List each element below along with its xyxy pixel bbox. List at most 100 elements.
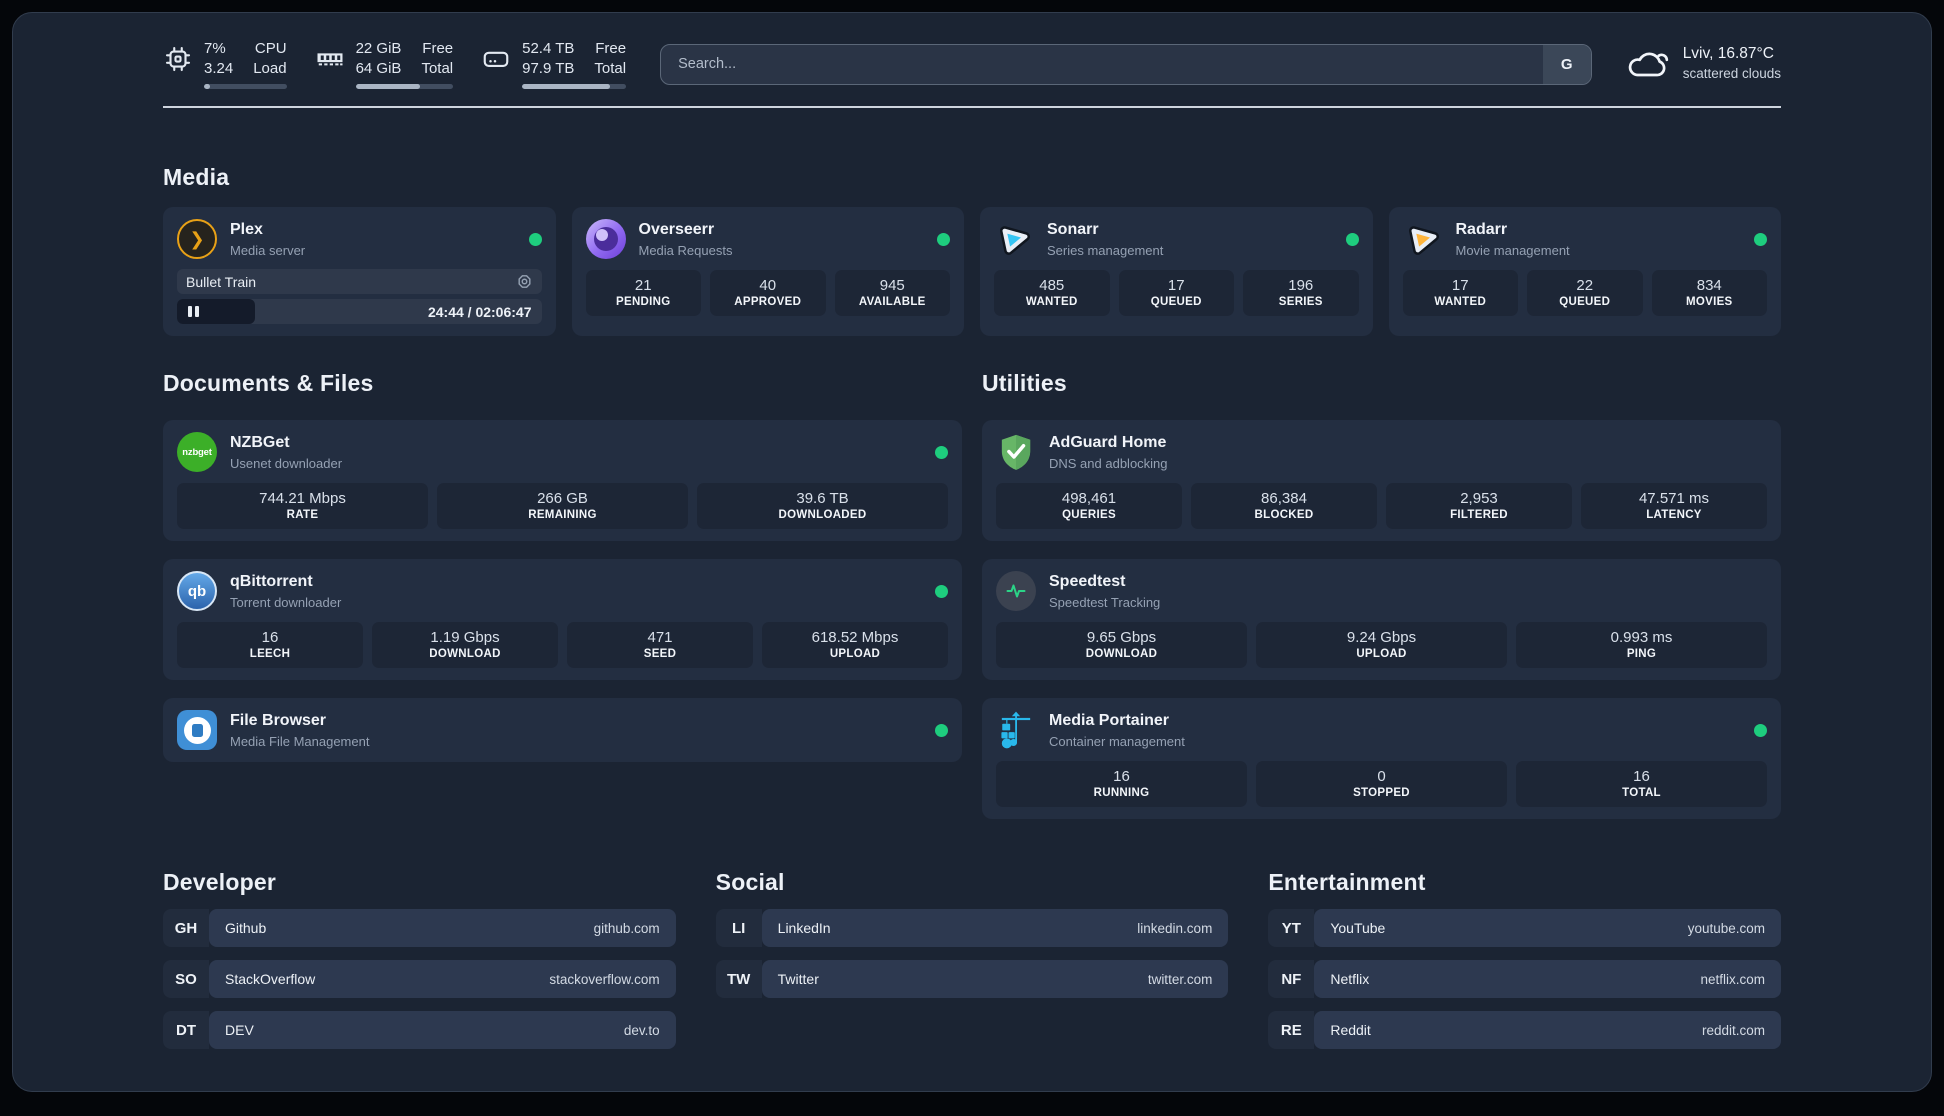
stat-label: SEED [643, 648, 677, 660]
stat-box: 266 GB REMAINING [437, 483, 688, 529]
stat-box: 16 LEECH [177, 622, 363, 668]
section-title-utilities: Utilities [982, 370, 1067, 396]
nzbget-icon-text: nzbget [182, 446, 212, 458]
bookmark-bar: YouTube youtube.com [1314, 909, 1781, 947]
nzbget-icon: nzbget [177, 432, 217, 472]
search-input[interactable] [661, 44, 1543, 84]
search-bar: G [660, 43, 1592, 85]
stat-label: LATENCY [1646, 509, 1702, 521]
bookmark-group-social: Social LI LinkedIn linkedin.com TW Twitte… [715, 869, 1229, 998]
top-bar: 7% CPU 3.24 Load 22 GiB Free 64 GiB Tota… [163, 13, 1781, 89]
stat-label: RATE [286, 509, 319, 521]
stat-value: 86,384 [1261, 490, 1307, 507]
bookmark-name: Twitter [777, 971, 819, 987]
stat-label: UPLOAD [829, 648, 881, 660]
pause-button[interactable] [177, 299, 255, 324]
bookmark-linkedin[interactable]: LI LinkedIn linkedin.com [715, 909, 1229, 947]
now-playing-row: Bullet Train [177, 269, 542, 294]
disk-total-label: Total [594, 59, 627, 77]
bookmark-bar: Reddit reddit.com [1314, 1011, 1781, 1049]
stat-box: 39.6 TB DOWNLOADED [697, 483, 948, 529]
service-name: Speedtest [1049, 573, 1126, 591]
stat-value: 16 [1633, 768, 1650, 785]
stat-value: 17 [1451, 277, 1469, 294]
service-description: Media server [230, 242, 306, 258]
stat-value: 9.24 Gbps [1346, 629, 1417, 646]
stat-label: BLOCKED [1254, 509, 1314, 521]
bookmark-abbr: TW [715, 960, 762, 998]
stat-box: 498,461 QUERIES [996, 483, 1182, 529]
stat-label: DOWNLOADED [778, 509, 867, 521]
stat-box: 471 SEED [567, 622, 753, 668]
disk-icon [483, 51, 509, 67]
bookmark-github[interactable]: GH Github github.com [163, 909, 676, 947]
service-card-speedtest[interactable]: Speedtest Speedtest Tracking 9.65 Gbps DO… [982, 559, 1781, 680]
bookmark-youtube[interactable]: YT YouTube youtube.com [1268, 909, 1781, 947]
stat-label: LEECH [249, 648, 291, 660]
stat-box: 40 APPROVED [710, 270, 826, 316]
plex-chevron: ❯ [189, 228, 205, 249]
bookmark-name: DEV [225, 1022, 254, 1038]
bookmark-url: youtube.com [1687, 920, 1765, 936]
stat-value: 485 [1039, 277, 1065, 294]
stat-box: 834 MOVIES [1651, 270, 1767, 316]
service-card-nzbget[interactable]: nzbget NZBGet Usenet downloader 744.21 M… [163, 420, 962, 541]
section-title-developer: Developer [163, 869, 277, 895]
service-name: Overseerr [638, 221, 715, 239]
stat-box: 0 STOPPED [1256, 761, 1507, 807]
stat-box: 618.52 Mbps UPLOAD [762, 622, 948, 668]
service-card-radarr[interactable]: Radarr Movie management 17 WANTED 22 QUEUE… [1388, 207, 1781, 336]
stat-box: 9.65 Gbps DOWNLOAD [996, 622, 1247, 668]
dashboard-panel: 7% CPU 3.24 Load 22 GiB Free 64 GiB Tota… [12, 12, 1932, 1092]
service-name: AdGuard Home [1049, 434, 1167, 452]
now-playing-title: Bullet Train [186, 273, 257, 290]
cpu-usage-value: 7% [204, 40, 226, 57]
service-card-portainer[interactable]: Media Portainer Container management 16 R… [982, 698, 1781, 819]
stat-label: RUNNING [1093, 787, 1150, 799]
header-divider [163, 106, 1781, 108]
overseerr-glint [595, 229, 608, 241]
memory-free-value: 22 GiB [355, 40, 402, 57]
filebrowser-glyph [191, 723, 203, 737]
service-card-sonarr[interactable]: Sonarr Series management 485 WANTED 17 QUE… [980, 207, 1373, 336]
status-dot [1345, 232, 1359, 246]
cpu-load-value: 3.24 [204, 59, 234, 77]
section-media: Media ❯ Plex Media server Bullet Train 2… [163, 164, 1781, 336]
stat-value: 16 [261, 629, 279, 646]
service-name: File Browser [230, 712, 327, 730]
bookmark-twitter[interactable]: TW Twitter twitter.com [715, 960, 1229, 998]
service-card-filebrowser[interactable]: File Browser Media File Management [163, 698, 962, 762]
bookmark-name: StackOverflow [225, 971, 316, 987]
filebrowser-circle [183, 716, 211, 744]
stat-value: 744.21 Mbps [259, 490, 346, 507]
stat-value: 47.571 ms [1638, 490, 1710, 507]
stat-value: 498,461 [1061, 490, 1117, 507]
stat-value: 1.19 Gbps [430, 629, 500, 646]
stat-value: 266 GB [537, 490, 588, 507]
search-engine-button[interactable]: G [1542, 44, 1591, 84]
bookmark-netflix[interactable]: NF Netflix netflix.com [1268, 960, 1781, 998]
playback-row: 24:44 / 02:06:47 [177, 299, 542, 324]
service-card-plex[interactable]: ❯ Plex Media server Bullet Train 24:44 /… [163, 207, 556, 336]
service-card-overseerr[interactable]: Overseerr Media Requests 21 PENDING 40 APP… [571, 207, 964, 336]
cpu-usage-label: CPU [254, 40, 287, 57]
service-description: Speedtest Tracking [1049, 594, 1161, 610]
service-description: Usenet downloader [230, 455, 343, 471]
stat-value: 471 [647, 629, 673, 646]
service-card-qbittorrent[interactable]: qb qBittorrent Torrent downloader 16 LEEC… [163, 559, 962, 680]
stat-box: 17 WANTED [1402, 270, 1518, 316]
status-dot [1754, 723, 1767, 737]
stat-label: MOVIES [1685, 296, 1733, 308]
service-description: Media File Management [230, 733, 370, 749]
stat-label: QUERIES [1062, 509, 1116, 521]
service-description: Torrent downloader [230, 594, 342, 610]
bookmark-reddit[interactable]: RE Reddit reddit.com [1268, 1011, 1781, 1049]
stat-label: UPLOAD [1356, 648, 1407, 660]
bookmark-dev[interactable]: DT DEV dev.to [163, 1011, 676, 1049]
stat-label: APPROVED [734, 296, 802, 308]
section-title-entertainment: Entertainment [1268, 869, 1426, 895]
stat-label: QUEUED [1150, 296, 1202, 308]
service-card-adguard[interactable]: AdGuard Home DNS and adblocking 498,461 Q… [982, 420, 1781, 541]
service-name: Plex [230, 221, 263, 239]
bookmark-stackoverflow[interactable]: SO StackOverflow stackoverflow.com [163, 960, 676, 998]
